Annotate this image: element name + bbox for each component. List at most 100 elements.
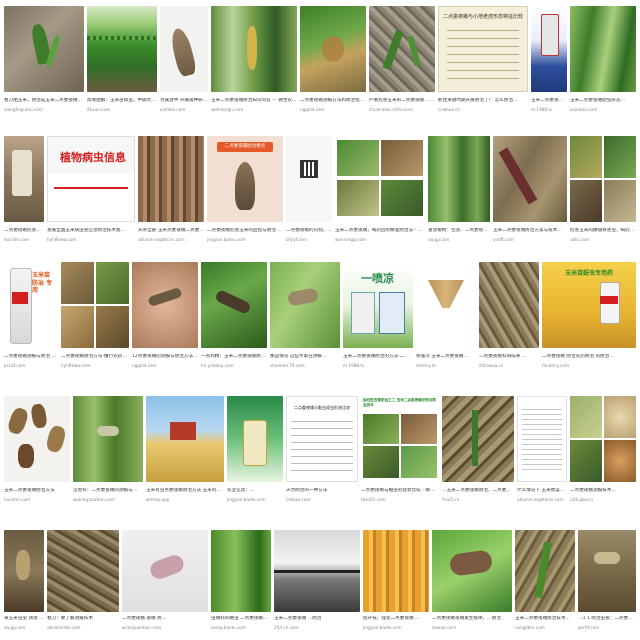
result-tile[interactable]: 玉米二点委夜蛾幼虫形态… sozuozu.com [570, 6, 636, 118]
result-thumbnail[interactable] [138, 136, 204, 222]
result-tile[interactable]: 玉米二点委夜蛾防治技术 m.1988.tv [531, 6, 567, 118]
result-tile[interactable]: 一点鸡精：玉米二点委夜蛾防治方法(图)… hn.yotobuj.com [201, 262, 267, 374]
result-thumbnail[interactable]: 二点委夜蛾防治要点 [207, 136, 283, 222]
result-thumbnail[interactable]: 二点委夜蛾与黏虫成虫形态比较 [286, 396, 358, 482]
result-thumbnail[interactable] [73, 396, 143, 482]
result-tile[interactable]: 农业信息：… jingyan.baidu.com [227, 396, 283, 508]
result-thumbnail[interactable] [160, 6, 208, 92]
result-source: wanrongg.com [335, 237, 367, 242]
result-thumbnail[interactable] [4, 136, 44, 222]
result-tile[interactable]: 玉米苗蚜虫专用药 二点委夜蛾 防治农药防治 的防治… tanatiny.com [542, 262, 636, 374]
result-tile[interactable]: 植物病虫信息 发展全国玉米病虫害应急防治技术会… hyh8kww.com [47, 136, 135, 248]
result-thumbnail[interactable]: 玉米苗 防治 专用 [4, 262, 58, 348]
result-thumbnail[interactable] [146, 396, 224, 482]
result-tile[interactable]: 玉米有虫点委夜蛾防治方法 玉米的研究测… wmrsp.app [146, 396, 224, 508]
result-tile[interactable]: 二点委夜蛾的识别，防御建议，防治… lzfyyf.com [286, 136, 332, 248]
result-tile[interactable]: 玉米二点委夜蛾防治技术… nongzbm.com [515, 530, 575, 638]
result-tile[interactable]: 二点委夜蛾科研成果 … ilitcowsa.cz [479, 262, 539, 374]
result-tile[interactable]: 玉米二点委夜蛾防治方案与技术… yodft.com [493, 136, 567, 248]
result-tile[interactable]: 二点委夜蛾测报技术… u56.gov.cn [570, 396, 636, 508]
result-tile[interactable]: 二点委夜蛾与黏虫成虫形态比较 天然防治的一种方法 laobao.com [286, 396, 358, 508]
result-tile[interactable]: 提升技，强化二点委夜蛾 … jingyan.baidu.com [363, 530, 429, 638]
result-thumbnail[interactable] [335, 136, 425, 222]
result-thumbnail[interactable] [515, 530, 575, 612]
result-thumbnail[interactable] [132, 262, 198, 348]
result-tile[interactable]: 玉米二点委夜蛾防治方法 hunstm.com [4, 396, 70, 508]
result-thumbnail[interactable] [578, 530, 636, 612]
result-thumbnail[interactable] [4, 6, 84, 92]
result-tile[interactable]: 头条全部 玉米点委夜蛾二点委夜蛾，需依照… ahianm.eoghtcns.co… [138, 136, 204, 248]
result-thumbnail[interactable] [4, 530, 44, 612]
result-tile[interactable]: 虫蛾科的蛾虫 二点委夜蛾… sarxq.baidu.com [211, 530, 271, 638]
result-tile[interactable]: 二点委夜蛾夜蛾发生规律，…防治 laoxue.com [432, 530, 512, 638]
result-tile[interactable]: 玉米二点委夜蛾，喝药后的精准防治法 - 微信百科 wanrongg.com [335, 136, 425, 248]
result-caption: 简易图解：玉米苗螟虫，中期大螟害，虚整体会… [87, 98, 157, 103]
result-tile[interactable]: 二点委夜蛾危害识别与防治 玉米苗期 防治… huirahr.com [4, 136, 44, 248]
result-thumbnail[interactable] [493, 136, 567, 222]
result-tile[interactable]: 二点委夜蛾与小地老虎形态特征比较 抓住关键时期开展防治了？ 怎么防治… ccwh… [438, 6, 528, 118]
result-tile[interactable]: 那些情况 这些专家在讲解… shoeeed.T4.com [270, 262, 340, 374]
result-thumbnail[interactable] [274, 530, 360, 612]
result-tile[interactable]: 什么情况下 玉米地菜的 二点委夜蛾… ahianm.eoghtcns.com [517, 396, 567, 508]
result-thumbnail[interactable] [87, 6, 157, 92]
result-thumbnail[interactable]: 玉米苗蚜虫专用药 [542, 262, 636, 348]
result-thumbnail[interactable] [479, 262, 539, 348]
result-tile[interactable]: …玉米二点委夜蛾防治，二点委夜蛾… frux5.cn [442, 396, 514, 508]
result-tile[interactable]: 盐蛀性虫害防治之二 玉米二点委夜蛾识别与防治技术 二点委夜蛾与黏虫的症状比较 -… [361, 396, 439, 508]
result-tile[interactable]: 为属暨中 开展菌种研究提供领导… xinhkle.com [160, 6, 208, 118]
result-tile[interactable]: 简易图解：玉米苗螟虫，中期大螟害，虚整体会… ifkuan.com [87, 6, 157, 118]
result-thumbnail[interactable] [432, 530, 512, 612]
result-thumbnail[interactable] [61, 262, 129, 348]
result-thumbnail[interactable] [363, 530, 429, 612]
result-thumbnail[interactable]: 盐蛀性虫害防治之二 玉米二点委夜蛾识别与防治技术 [361, 396, 439, 482]
result-thumbnail[interactable] [442, 396, 514, 482]
result-caption: 二点委夜蛾防治方法-推行农药… [61, 354, 127, 359]
result-thumbnail[interactable] [300, 6, 366, 92]
result-thumbnail[interactable] [570, 136, 636, 222]
result-tile[interactable]: 二点委夜蛾测报方法和防治措施 - 百度文库 nggold.com [300, 6, 366, 118]
result-tile[interactable]: …1 1 防治虫夜：二点委… gnr0f.com [578, 530, 636, 638]
result-tile[interactable]: 喷施凉 玉米二点委夜蛾… dvzhny.tn [416, 262, 476, 374]
result-tile[interactable]: 一喷凉 玉米二点委夜蛾防治的方法-二点委夜蛾防治… m.1988.tv [343, 262, 413, 374]
result-thumbnail[interactable] [122, 530, 208, 612]
result-thumbnail[interactable] [227, 396, 283, 482]
result-thumbnail[interactable] [211, 6, 297, 92]
result-tile[interactable]: 黄玉米虫虫 测试 二点委夜蛾… sw.gy.com [4, 530, 44, 638]
result-thumbnail[interactable] [517, 396, 567, 482]
result-thumbnail[interactable] [570, 396, 636, 482]
result-tile[interactable]: 二点委夜蛾 夜蛾 防… w.laoyuanban.com [122, 530, 208, 638]
result-tile[interactable]: 富含植物：包含、二点委夜蛾，稳准防治… sw.gy.com [428, 136, 490, 248]
result-tile[interactable]: 玉米苗 防治 专用 二点委夜蛾测报与防治 特别提示… pcuzf.com [4, 262, 58, 374]
result-thumbnail[interactable] [4, 396, 70, 482]
result-tile[interactable]: 玉米二点委夜蛾防治知识问答 － 微生农… weiheorgn.com [211, 6, 297, 118]
result-thumbnail[interactable] [416, 262, 476, 348]
result-caption: 喷施凉 玉米二点委夜蛾… [416, 354, 468, 359]
result-tile[interactable]: 危害玉米的鳞翅目害虫，喝药后防治… ukfu.com [570, 136, 636, 248]
result-tile[interactable]: 严重危害玉米的二点委夜蛾…测报方法… chuandian.chitu.com [369, 6, 435, 118]
result-thumbnail[interactable] [570, 6, 636, 92]
result-tile[interactable]: 玉米二点委夜蛾 …防治 25d.cn.com [274, 530, 360, 638]
result-thumbnail[interactable] [286, 136, 332, 222]
result-thumbnail[interactable] [270, 262, 340, 348]
result-thumbnail[interactable]: 二点委夜蛾与小地老虎形态特征比较 [438, 6, 528, 92]
result-source: frux5.cn [442, 497, 460, 502]
result-thumbnail[interactable] [428, 136, 490, 222]
result-thumbnail[interactable]: 一喷凉 [343, 262, 413, 348]
result-thumbnail[interactable] [531, 6, 567, 92]
result-thumbnail[interactable] [211, 530, 271, 612]
result-thumbnail[interactable] [47, 530, 119, 612]
result-caption: 12点委夜蛾的测报与防治方法… [132, 354, 198, 359]
result-tile[interactable]: 沿害科：二点委夜蛾的测报与… wuking.bozhan.com [73, 396, 143, 508]
result-thumbnail[interactable] [201, 262, 267, 348]
result-source: m.1988.tv [343, 363, 365, 368]
result-caption: 发展全国玉米病虫害应急防治技术会… [47, 228, 126, 233]
qr-code [300, 160, 318, 178]
result-tile[interactable]: 春刀：要了解测报技术 ahuizmmbi.com [47, 530, 119, 638]
result-tile[interactable]: 春刀晒玉米，防治成玉米二点委夜蛾的防治与… xiangfeiyumu.com [4, 6, 84, 118]
result-tile[interactable]: 二点委夜蛾防治要点 二点委夜蛾危害玉米的监控与防治 百度经验 jingyan.b… [207, 136, 283, 248]
result-tile[interactable]: 12点委夜蛾的测报与防治方法… nggold.com [132, 262, 198, 374]
result-thumbnail[interactable]: 植物病虫信息 [47, 136, 135, 222]
result-caption: 一点鸡精：玉米二点委夜蛾防治方法(图)… [201, 354, 267, 359]
result-thumbnail[interactable] [369, 6, 435, 92]
result-tile[interactable]: 二点委夜蛾防治方法-推行农药… hyh8kww.com [61, 262, 129, 374]
